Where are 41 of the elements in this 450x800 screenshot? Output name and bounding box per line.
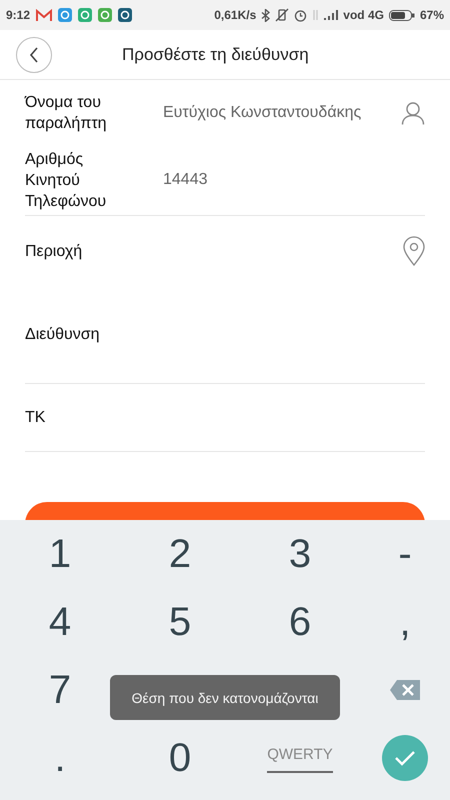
app-icon xyxy=(118,8,132,22)
bluetooth-icon xyxy=(261,8,270,22)
message-toast: Θέση που δεν κατονομάζονται xyxy=(110,675,340,720)
keyboard-key[interactable]: . xyxy=(50,736,70,780)
backspace-icon[interactable] xyxy=(389,679,421,701)
app-icon xyxy=(98,8,112,22)
page-title: Προσθέστε τη διεύθυνση xyxy=(122,44,309,64)
field-label: Αριθμός Κινητού Τηλεφώνου xyxy=(25,150,108,212)
network-speed: 0,61K/s xyxy=(214,8,256,22)
keyboard-key[interactable]: - xyxy=(394,532,416,576)
keyboard-key[interactable]: , xyxy=(395,600,415,644)
input-field[interactable]: Ευτύχιος Κωνσταντουδάκης xyxy=(163,104,401,122)
data-arrows-icon xyxy=(312,9,320,21)
done-button[interactable] xyxy=(382,735,428,781)
alarm-icon xyxy=(294,8,308,22)
field-label: Όνομα του παραλήπτη xyxy=(25,92,108,134)
vibrate-off-icon xyxy=(275,8,290,22)
clock-time: 9:12 xyxy=(6,8,30,22)
battery-icon xyxy=(388,10,415,20)
keyboard-key[interactable]: 2 xyxy=(164,532,196,576)
field-label: Διεύθυνση xyxy=(25,325,101,345)
keyboard-key[interactable]: 4 xyxy=(44,600,76,644)
field-label: Περιοχή xyxy=(25,242,84,262)
keyboard-key[interactable]: 0 xyxy=(164,736,196,780)
keyboard-key[interactable]: 7 xyxy=(44,668,76,712)
app-icon xyxy=(58,8,72,22)
keyboard-key[interactable]: 1 xyxy=(44,532,76,576)
battery-percent: 67% xyxy=(420,8,444,22)
person-icon[interactable] xyxy=(401,100,425,124)
app-icon xyxy=(78,8,92,22)
keyboard-key[interactable]: 6 xyxy=(284,600,316,644)
mail-icon xyxy=(36,8,52,22)
keyboard-key[interactable]: 3 xyxy=(284,532,316,576)
carrier-label: vod 4G xyxy=(343,8,384,22)
keyboard-key[interactable]: 5 xyxy=(164,600,196,644)
input-field[interactable]: 14443 xyxy=(163,171,425,189)
back-button[interactable] xyxy=(16,36,52,72)
location-pin-icon[interactable] xyxy=(403,236,425,266)
check-icon xyxy=(394,750,416,766)
field-label: ΤΚ xyxy=(25,408,46,428)
signal-icon xyxy=(324,10,338,20)
